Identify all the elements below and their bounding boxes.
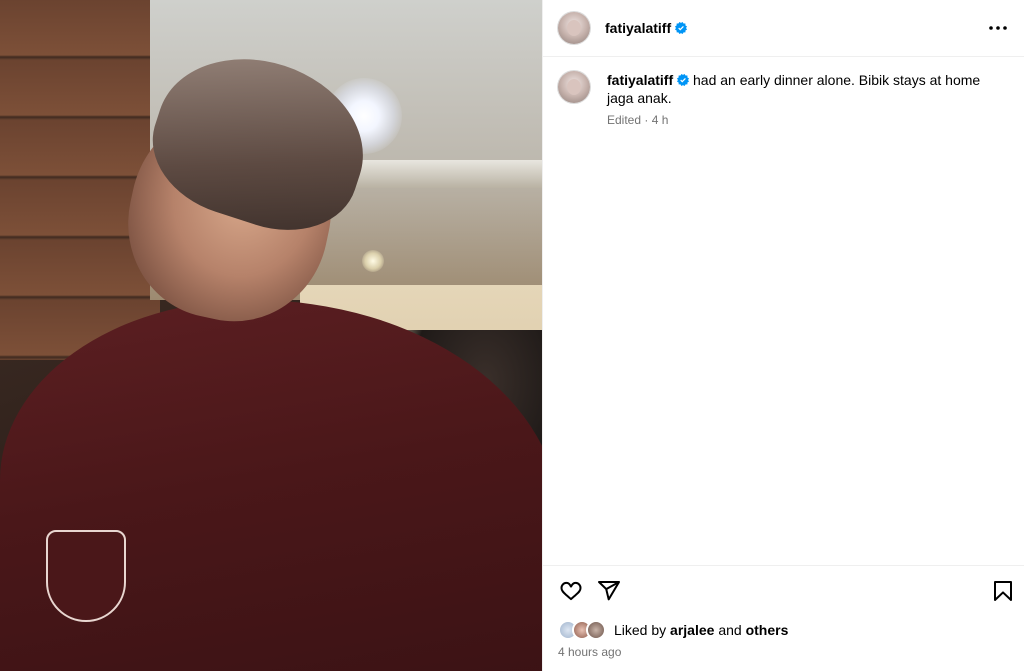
liked-by-connector: and: [718, 622, 742, 638]
liked-by-prefix: Liked by: [614, 622, 667, 638]
paper-plane-icon: [598, 581, 620, 601]
post-actions: [558, 578, 1016, 604]
photo-sweater-crest: [46, 530, 126, 622]
author-avatar[interactable]: [558, 12, 590, 44]
more-options-button[interactable]: [986, 16, 1010, 40]
share-button[interactable]: [596, 578, 622, 604]
more-horizontal-icon: [989, 26, 1007, 30]
caption-author-avatar[interactable]: [558, 71, 590, 103]
liked-by-text: Liked by arjalee and others: [614, 622, 788, 638]
post-caption: fatiyalatiff had an early dinner alone. …: [558, 71, 1008, 127]
save-button[interactable]: [990, 578, 1016, 604]
panel-divider: [542, 0, 543, 671]
verified-badge-icon: [675, 22, 688, 34]
liked-by-others[interactable]: others: [746, 622, 789, 638]
liker-username[interactable]: arjalee: [670, 622, 714, 638]
caption-text: fatiyalatiff had an early dinner alone. …: [607, 71, 992, 107]
post-timestamp[interactable]: 4 hours ago: [558, 645, 621, 659]
caption-body: fatiyalatiff had an early dinner alone. …: [607, 71, 992, 127]
like-button[interactable]: [558, 578, 584, 604]
liker-avatars[interactable]: [558, 619, 610, 641]
post-photo[interactable]: [0, 0, 542, 671]
liker-avatar[interactable]: [586, 620, 606, 640]
liked-by-row[interactable]: Liked by arjalee and others: [558, 618, 788, 642]
post-header: fatiyalatiff: [542, 0, 1024, 57]
bookmark-icon: [994, 581, 1012, 601]
post-side-panel: fatiyalatiff fatiyalatiff had an early d…: [542, 0, 1024, 671]
caption-username[interactable]: fatiyalatiff: [607, 72, 673, 88]
verified-badge-icon: [677, 74, 690, 86]
author-username[interactable]: fatiyalatiff: [605, 20, 688, 36]
author-username-text[interactable]: fatiyalatiff: [605, 20, 671, 36]
photo-ceiling-light: [362, 250, 384, 272]
actions-divider: [542, 565, 1024, 566]
heart-icon: [560, 581, 582, 601]
caption-meta: Edited · 4 h: [607, 113, 669, 127]
